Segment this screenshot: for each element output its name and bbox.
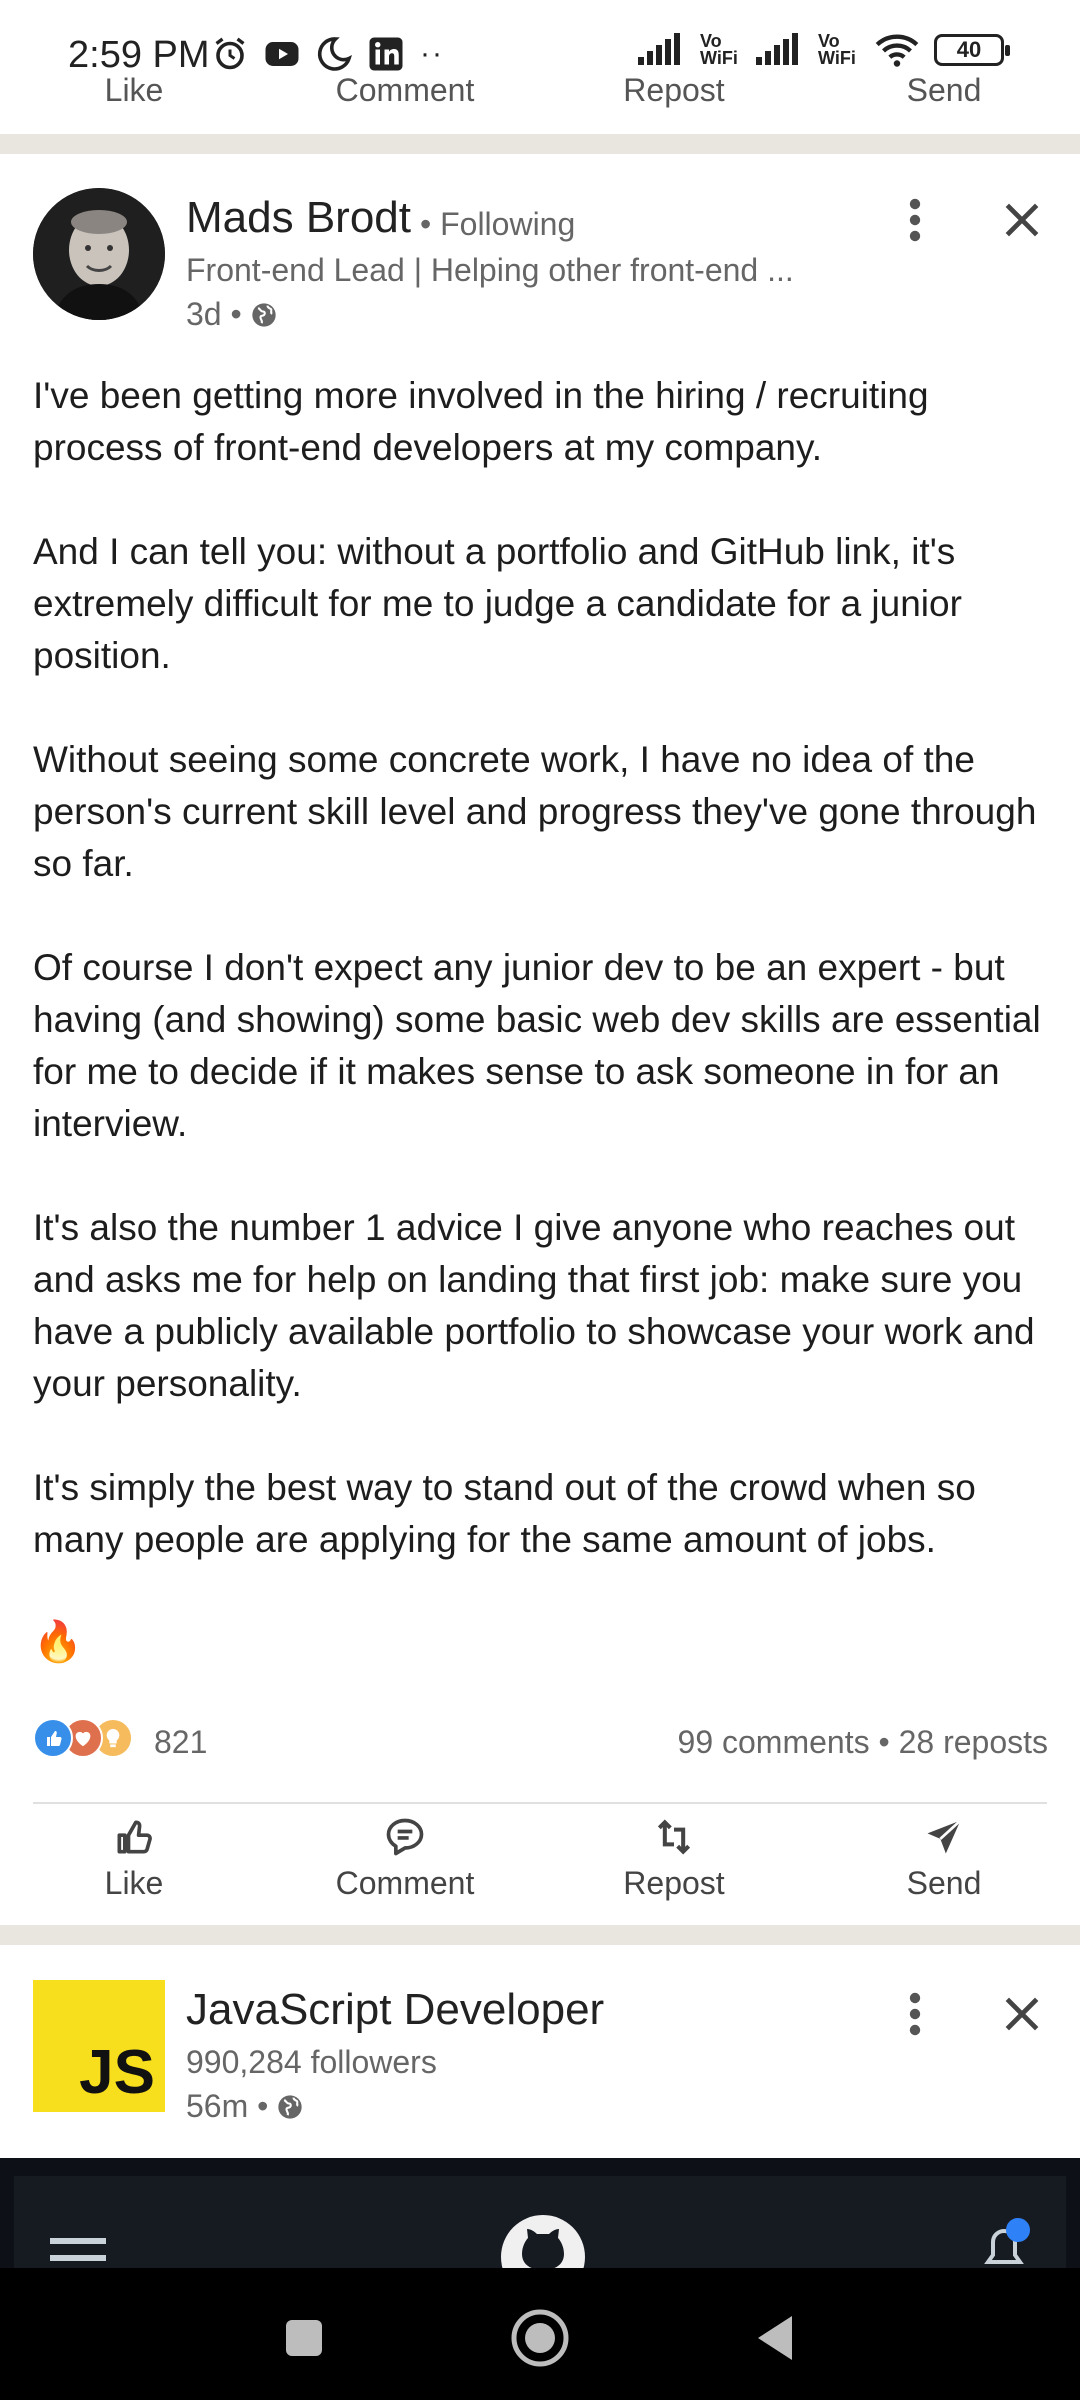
github-logo-icon xyxy=(501,2215,585,2268)
home-button[interactable] xyxy=(510,2308,570,2368)
more-options-icon[interactable] xyxy=(895,196,935,244)
comment-label: Comment xyxy=(335,1865,475,1901)
repost-button[interactable]: Repost xyxy=(574,1815,774,1902)
more-notifications-indicator: ·· xyxy=(420,37,444,70)
notification-bell-icon xyxy=(984,2218,1030,2264)
page-name[interactable]: JavaScript Developer xyxy=(186,1985,604,2035)
feed-divider xyxy=(0,134,1080,154)
signal-icon xyxy=(638,33,680,65)
send-label: Send xyxy=(906,1865,982,1901)
vowifi-label: Vo WiFi xyxy=(818,31,856,68)
post-paragraph: It's also the number 1 advice I give any… xyxy=(33,1207,1035,1404)
alarm-icon xyxy=(215,37,245,70)
hamburger-menu-icon xyxy=(50,2238,106,2261)
javascript-developer-logo[interactable]: JS xyxy=(33,1980,165,2112)
wifi-icon xyxy=(875,34,919,67)
author-headline: Front-end Lead | Helping other front-end… xyxy=(186,252,794,288)
avatar-photo xyxy=(33,188,165,320)
back-button[interactable] xyxy=(748,2308,808,2368)
like-button[interactable]: Like xyxy=(34,1815,234,1902)
moon-icon xyxy=(317,37,352,71)
post-paragraph: And I can tell you: without a portfolio … xyxy=(33,531,962,676)
post-paragraph: Of course I don't expect any junior dev … xyxy=(33,947,1041,1144)
send-icon xyxy=(927,1819,962,1854)
globe-icon xyxy=(278,2094,303,2119)
author-avatar[interactable] xyxy=(33,188,165,320)
media-inner xyxy=(14,2176,1066,2268)
comments-reposts-count[interactable]: 99 comments • 28 reposts xyxy=(678,1724,1048,1761)
comment-button[interactable]: Comment xyxy=(305,1815,505,1902)
thumbs-up-icon xyxy=(117,1820,152,1854)
repost-label: Repost xyxy=(623,1865,725,1901)
post-media-preview[interactable] xyxy=(0,2158,1080,2268)
like-reaction-icon xyxy=(33,1718,73,1758)
fire-emoji: 🔥 xyxy=(33,1620,83,1664)
post-meta: 56m • xyxy=(186,2088,304,2125)
feed-divider xyxy=(0,1925,1080,1945)
system-navigation-bar xyxy=(0,2268,1080,2400)
battery-indicator: 40 xyxy=(934,34,1010,66)
close-icon[interactable] xyxy=(1000,198,1044,242)
recents-button[interactable] xyxy=(274,2308,334,2368)
reaction-count[interactable]: 821 xyxy=(154,1724,207,1761)
signal-icon xyxy=(756,33,798,65)
system-icons: Vo WiFi Vo WiFi 40 xyxy=(638,31,1010,68)
send-button[interactable]: Send xyxy=(844,1815,1044,1902)
post-meta: 3d • xyxy=(186,296,278,333)
linkedin-icon xyxy=(369,37,403,71)
youtube-icon xyxy=(265,42,299,66)
post-paragraph: Without seeing some concrete work, I hav… xyxy=(33,739,1037,884)
prev-send-button[interactable]: Send xyxy=(907,72,982,109)
like-label: Like xyxy=(104,1865,164,1901)
following-status: • Following xyxy=(420,206,576,242)
more-options-icon[interactable] xyxy=(895,1990,935,2038)
prev-repost-button[interactable]: Repost xyxy=(623,72,724,109)
separator xyxy=(33,1802,1047,1804)
post-time: 56m • xyxy=(186,2088,269,2124)
prev-comment-button[interactable]: Comment xyxy=(336,72,475,109)
followers-count: 990,284 followers xyxy=(186,2044,437,2080)
post-time: 3d • xyxy=(186,296,242,332)
previous-post-actions: Like Comment Repost Send xyxy=(0,70,1080,110)
js-logo-text: JS xyxy=(79,2038,155,2107)
close-icon[interactable] xyxy=(1000,1992,1044,2036)
post-paragraph: It's simply the best way to stand out of… xyxy=(33,1467,976,1560)
author-name[interactable]: Mads Brodt xyxy=(186,193,411,243)
notification-icons: ·· xyxy=(212,36,444,72)
comment-icon xyxy=(386,1818,424,1856)
vowifi-label: Vo WiFi xyxy=(700,31,738,68)
globe-icon xyxy=(252,302,276,327)
post-body: I've been getting more involved in the h… xyxy=(33,370,1043,1618)
post-paragraph: I've been getting more involved in the h… xyxy=(33,375,929,468)
prev-like-button[interactable]: Like xyxy=(105,72,164,109)
repost-icon xyxy=(657,1819,691,1855)
reaction-icons[interactable] xyxy=(33,1718,133,1758)
